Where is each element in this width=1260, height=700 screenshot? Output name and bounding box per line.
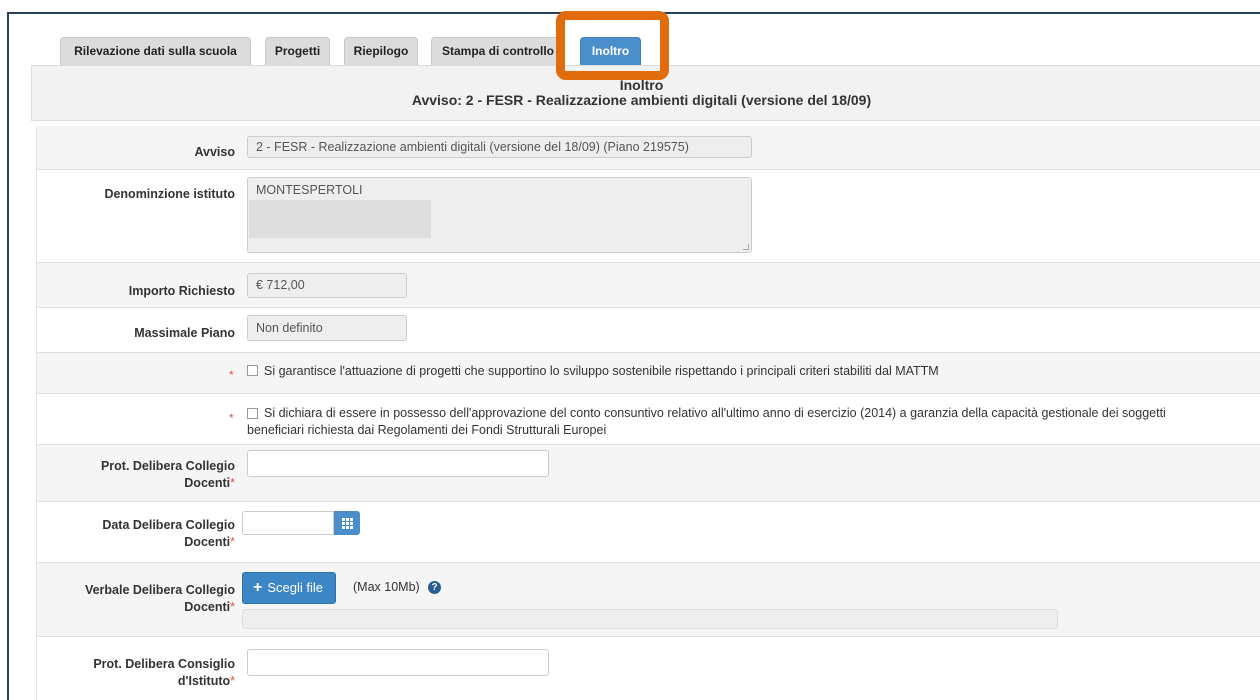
denominazione-value: MONTESPERTOLI [256,183,363,197]
denominazione-textarea: MONTESPERTOLI [247,177,752,253]
importo-field: € 712,00 [247,273,407,298]
prot-consiglio-input[interactable] [247,649,549,676]
resize-handle-icon[interactable] [743,244,749,250]
row-prot-collegio: Prot. Delibera Collegio Docenti* [36,445,1260,502]
calendar-icon [342,518,353,529]
row-denominazione: Denominzione istituto MONTESPERTOLI [36,170,1260,263]
row-check-consuntivo: * Si dichiara di essere in possesso dell… [36,394,1260,445]
required-mark: * [229,368,234,382]
prot-collegio-input[interactable] [247,450,549,477]
tab-stampa-di-controllo[interactable]: Stampa di controllo [431,37,565,65]
tab-riepilogo[interactable]: Riepilogo [344,37,418,65]
choose-file-button[interactable]: + Scegli file [242,572,336,604]
data-collegio-input[interactable] [242,511,334,535]
redacted-block [249,200,431,238]
tab-rilevazione-dati[interactable]: Rilevazione dati sulla scuola [60,37,251,65]
row-importo: Importo Richiesto € 712,00 [36,263,1260,308]
denominazione-label: Denominzione istituto [104,187,235,201]
data-collegio-label: Data Delibera Collegio Docenti* [102,518,235,549]
row-data-collegio: Data Delibera Collegio Docenti* [36,502,1260,563]
massimale-label: Massimale Piano [134,326,235,340]
checkbox-mattm[interactable] [247,365,258,376]
row-avviso: Avviso 2 - FESR - Realizzazione ambienti… [36,126,1260,170]
avviso-label: Avviso [194,145,235,159]
max-size-note: (Max 10Mb) [353,580,420,594]
checkbox-consuntivo-line1: Si dichiara di essere in possesso dell'a… [264,406,1166,420]
tab-progetti[interactable]: Progetti [265,37,330,65]
importo-label: Importo Richiesto [128,284,235,298]
page-subtitle: Avviso: 2 - FESR - Realizzazione ambient… [411,92,872,108]
calendar-button[interactable] [334,511,360,535]
checkbox-mattm-label: Si garantisce l'attuazione di progetti c… [264,364,939,378]
prot-consiglio-label: Prot. Delibera Consiglio d'Istituto* [93,657,235,688]
plus-icon: + [253,579,263,596]
verbale-collegio-label: Verbale Delibera Collegio Docenti* [84,583,235,614]
massimale-field: Non definito [247,315,407,341]
upload-progress-bar [242,609,1058,629]
prot-collegio-label: Prot. Delibera Collegio Docenti* [100,459,235,490]
row-check-mattm: * Si garantisce l'attuazione di progetti… [36,353,1260,394]
row-prot-consiglio: Prot. Delibera Consiglio d'Istituto* [36,637,1260,700]
row-massimale: Massimale Piano Non definito [36,308,1260,353]
required-mark: * [229,411,234,425]
row-verbale-collegio: Verbale Delibera Collegio Docenti* + Sceg… [36,563,1260,637]
checkbox-consuntivo-line2: beneficiari richiesta dai Regolamenti de… [247,423,607,437]
checkbox-consuntivo[interactable] [247,408,258,419]
avviso-field: 2 - FESR - Realizzazione ambienti digita… [247,136,752,158]
highlight-box [556,11,669,80]
help-icon[interactable]: ? [428,581,441,594]
